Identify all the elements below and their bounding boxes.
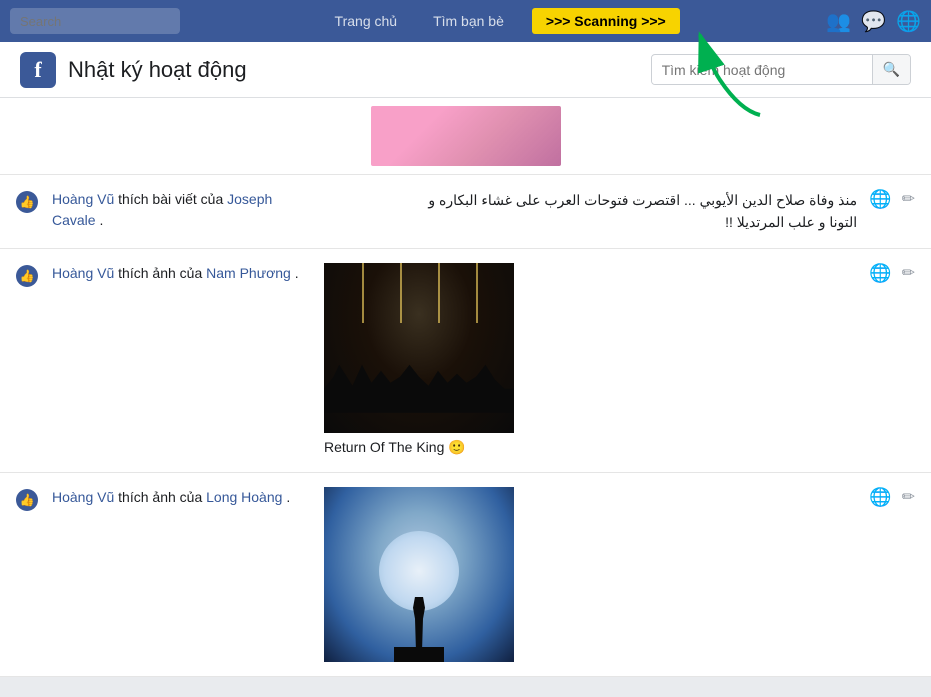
nav-home-link[interactable]: Trang chủ	[327, 13, 406, 29]
user-link-3[interactable]: Hoàng Vũ	[52, 489, 114, 505]
light-2	[400, 263, 402, 323]
activity-entry-1: 👍 Hoàng Vũ thích bài viết của Joseph Cav…	[0, 175, 931, 249]
activity-content-2: Return Of The King 🙂	[324, 263, 857, 458]
target-link-3[interactable]: Long Hoàng	[206, 489, 282, 505]
top-image-strip	[0, 98, 931, 175]
target-link-2[interactable]: Nam Phương	[206, 265, 291, 281]
nav-find-friends-link[interactable]: Tìm bạn bè	[425, 13, 512, 29]
activity-entry-3: 👍 Hoàng Vũ thích ảnh của Long Hoàng . 🌐 …	[0, 473, 931, 677]
user-link-1[interactable]: Hoàng Vũ	[52, 191, 114, 207]
light-3	[438, 263, 440, 323]
like-icon-wrap-3: 👍	[16, 489, 40, 513]
activity-search-input[interactable]	[652, 56, 872, 84]
light-4	[476, 263, 478, 323]
activity-text-3: Hoàng Vũ thích ảnh của Long Hoàng .	[52, 487, 312, 508]
activity-text-2: Hoàng Vũ thích ảnh của Nam Phương .	[52, 263, 312, 284]
top-partial-image	[371, 106, 561, 166]
action-text-3: thích ảnh của	[118, 489, 206, 505]
like-icon-3: 👍	[16, 489, 38, 511]
activity-content-1: منذ وفاة صلاح الدين الأيوبي ... اقتصرت ف…	[324, 189, 857, 234]
image-caption-2: Return Of The King 🙂	[324, 437, 857, 458]
activity-content-3	[324, 487, 857, 662]
concert-image[interactable]	[324, 263, 514, 433]
activity-actions-2: 🌐 ✏	[869, 263, 915, 284]
like-icon-wrap-1: 👍	[16, 191, 40, 215]
privacy-globe-icon-2[interactable]: 🌐	[869, 263, 891, 284]
like-icon-2: 👍	[16, 265, 38, 287]
image-block-2: Return Of The King 🙂	[324, 263, 857, 458]
top-navigation: Trang chủ Tìm bạn bè >>> Scanning >>> 👥 …	[0, 0, 931, 42]
edit-icon-3[interactable]: ✏	[902, 487, 915, 507]
nav-search-input[interactable]	[10, 8, 180, 34]
like-icon-wrap-2: 👍	[16, 265, 40, 289]
ninja-base	[394, 647, 444, 662]
nav-right-section: 👥 💬 🌐	[826, 9, 921, 34]
nav-center-section: Trang chủ Tìm bạn bè >>> Scanning >>>	[327, 8, 680, 34]
activity-search-button[interactable]: 🔍	[872, 55, 910, 84]
privacy-globe-icon-3[interactable]: 🌐	[869, 487, 891, 508]
activity-actions-3: 🌐 ✏	[869, 487, 915, 508]
like-icon-1: 👍	[16, 191, 38, 213]
activity-text-1: Hoàng Vũ thích bài viết của Joseph Caval…	[52, 189, 312, 231]
crowd-silhouette	[324, 353, 514, 413]
action-text-2: thích ảnh của	[118, 265, 206, 281]
activity-entry-2: 👍 Hoàng Vũ thích ảnh của Nam Phương . Re…	[0, 249, 931, 473]
facebook-logo: f	[20, 52, 56, 88]
ninja-moon-image[interactable]	[324, 487, 514, 662]
arabic-text-1: منذ وفاة صلاح الدين الأيوبي ... اقتصرت ف…	[324, 189, 857, 234]
user-link-2[interactable]: Hoàng Vũ	[52, 265, 114, 281]
light-1	[362, 263, 364, 323]
edit-icon-2[interactable]: ✏	[902, 263, 915, 283]
nav-left-section	[10, 8, 180, 34]
page-title-area: f Nhật ký hoạt động	[20, 52, 247, 88]
privacy-globe-icon-1[interactable]: 🌐	[869, 189, 891, 210]
messages-icon[interactable]: 💬	[861, 9, 886, 34]
activity-actions-1: 🌐 ✏	[869, 189, 915, 210]
page-header: f Nhật ký hoạt động 🔍	[0, 42, 931, 98]
edit-icon-1[interactable]: ✏	[902, 189, 915, 209]
activity-search-area: 🔍	[651, 54, 911, 85]
scanning-button[interactable]: >>> Scanning >>>	[532, 8, 680, 34]
action-text-1: thích bài viết của	[118, 191, 227, 207]
page-title: Nhật ký hoạt động	[68, 57, 247, 83]
globe-nav-icon[interactable]: 🌐	[896, 9, 921, 34]
friends-icon[interactable]: 👥	[826, 9, 851, 34]
